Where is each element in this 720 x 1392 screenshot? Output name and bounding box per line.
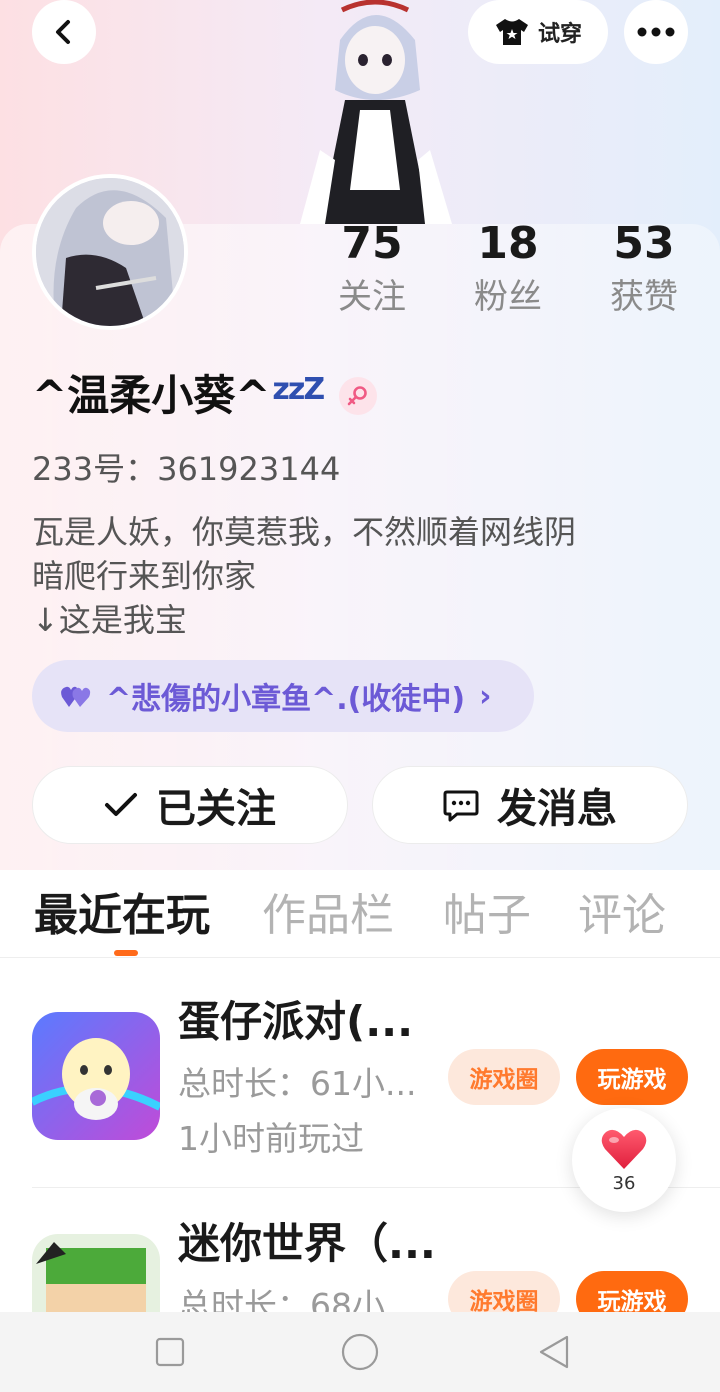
- nickname: ^温柔小葵^: [32, 371, 271, 420]
- chevron-left-icon: [56, 20, 70, 44]
- circle-icon: [341, 1333, 379, 1371]
- stat-fans-value: 18: [477, 218, 539, 269]
- bio-line: 瓦是人妖，你莫惹我，不然顺着网线阴: [32, 513, 577, 551]
- more-button[interactable]: [624, 0, 688, 64]
- back-nav-button[interactable]: [534, 1332, 574, 1372]
- try-on-button[interactable]: 试穿: [468, 0, 608, 64]
- stat-likes-value: 53: [613, 218, 675, 269]
- floating-like-button[interactable]: 36: [572, 1108, 676, 1212]
- game-circle-button[interactable]: 游戏圈: [448, 1271, 560, 1312]
- double-heart-icon: [61, 686, 91, 707]
- play-game-button[interactable]: 玩游戏: [576, 1271, 688, 1312]
- followed-label: 已关注: [156, 786, 276, 832]
- bio-line: 暗爬行来到你家: [32, 557, 257, 595]
- game-title: 迷你世界（...: [178, 1219, 436, 1268]
- game-play-duration: 总时长：61小...: [178, 1064, 417, 1103]
- try-on-label: 试穿: [537, 22, 582, 47]
- bio-line: ↓这是我宝: [32, 601, 187, 639]
- bond-partner-link[interactable]: ^悲傷的小章鱼^.(收徒中) ›: [32, 660, 534, 732]
- avatar[interactable]: [32, 174, 188, 330]
- stat-fans[interactable]: 18 粉丝: [453, 216, 563, 322]
- heart-icon: [601, 1129, 647, 1169]
- message-label: 发消息: [497, 786, 617, 832]
- avatar-image: [36, 178, 184, 326]
- tshirt-icon: [495, 19, 528, 45]
- check-icon: [105, 793, 137, 816]
- user-id: 233号：361923144: [32, 450, 341, 488]
- tab-works[interactable]: 作品栏: [262, 886, 394, 946]
- game-title: 蛋仔派对(...: [178, 997, 414, 1046]
- followed-button[interactable]: 已关注: [32, 766, 348, 844]
- chevron-right-icon: ›: [479, 678, 492, 714]
- triangle-back-icon: [539, 1335, 569, 1369]
- stat-fans-label: 粉丝: [474, 277, 542, 317]
- female-icon: [339, 377, 378, 415]
- game-icon-eggy-party: [32, 1012, 160, 1140]
- play-game-button[interactable]: 玩游戏: [576, 1049, 688, 1105]
- home-button[interactable]: [340, 1332, 380, 1372]
- profile-nickname-row: ^温柔小葵^ zzZ: [32, 366, 378, 426]
- stat-likes[interactable]: 53 获赞: [589, 216, 699, 322]
- game-circle-button[interactable]: 游戏圈: [448, 1049, 560, 1105]
- tab-recent-playing[interactable]: 最近在玩: [34, 886, 210, 946]
- bond-name: ^悲傷的小章鱼^.(收徒中): [106, 682, 466, 717]
- like-count: 36: [612, 1172, 636, 1194]
- stat-likes-label: 获赞: [610, 277, 678, 317]
- game-last-played: 1小时前玩过: [178, 1119, 364, 1158]
- stat-following-label: 关注: [338, 277, 406, 317]
- more-dots-icon: [637, 27, 675, 37]
- stat-following-value: 75: [341, 218, 403, 269]
- active-tab-indicator: [114, 950, 138, 956]
- tab-posts[interactable]: 帖子: [443, 886, 531, 946]
- send-message-button[interactable]: 发消息: [372, 766, 688, 844]
- back-button[interactable]: [32, 0, 96, 64]
- recent-apps-button[interactable]: [150, 1332, 190, 1372]
- sleep-badge: zzZ: [272, 372, 325, 407]
- chat-bubble-icon: [443, 790, 479, 822]
- stat-following[interactable]: 75 关注: [317, 216, 427, 322]
- game-play-duration: 总时长：68小...: [178, 1286, 417, 1312]
- tab-comments[interactable]: 评论: [578, 886, 666, 946]
- system-navigation-bar: [0, 1312, 720, 1392]
- bio: 瓦是人妖，你莫惹我，不然顺着网线阴 暗爬行来到你家 ↓这是我宝: [32, 510, 692, 642]
- content-tabs: 最近在玩 作品栏 帖子 评论: [0, 870, 720, 958]
- square-icon: [155, 1337, 185, 1367]
- game-icon-mini-world: [32, 1234, 160, 1312]
- avatar-3d-character: [300, 0, 452, 224]
